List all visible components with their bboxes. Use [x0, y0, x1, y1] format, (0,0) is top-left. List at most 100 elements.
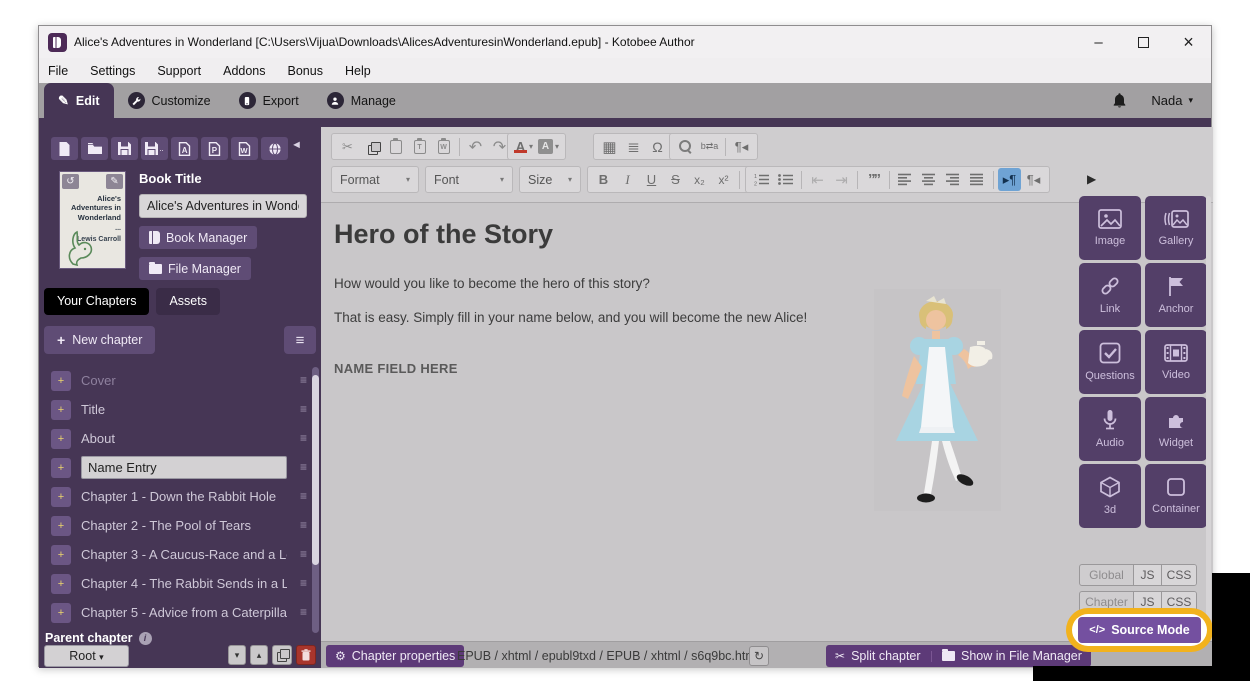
background-color-button[interactable]: A ▾ — [536, 135, 561, 158]
chapter-properties-button[interactable]: ⚙ Chapter properties — [326, 645, 464, 667]
drag-handle-icon[interactable]: ≡ — [300, 550, 307, 559]
refresh-cover-icon[interactable]: ↺ — [62, 174, 79, 189]
chapter-row-about[interactable]: + About ≡ — [39, 425, 321, 452]
maximize-button[interactable] — [1121, 26, 1166, 58]
save-button[interactable] — [111, 137, 138, 160]
menu-bonus[interactable]: Bonus — [288, 64, 323, 78]
menu-file[interactable]: File — [48, 64, 68, 78]
file-manager-button[interactable]: File Manager — [139, 257, 251, 280]
blockquote-icon[interactable]: ”” — [862, 168, 885, 191]
horizontal-rule-icon[interactable]: ≣ — [622, 135, 645, 158]
duplicate-chapter-button[interactable] — [272, 645, 292, 665]
undo-icon[interactable]: ↶ — [464, 135, 487, 158]
chapter-row-2[interactable]: + Chapter 2 - The Pool of Tears ≡ — [39, 512, 321, 539]
chapter-row-name-entry[interactable]: + ≡ — [39, 454, 321, 481]
insert-audio-button[interactable]: Audio — [1079, 397, 1141, 461]
chapter-scrollbar-thumb[interactable] — [312, 375, 319, 565]
text-direction-ltr-button[interactable]: ▸¶ — [998, 168, 1021, 191]
open-folder-button[interactable] — [81, 137, 108, 160]
insert-3d-button[interactable]: 3d — [1079, 464, 1141, 528]
format-select[interactable]: Format ▾ — [331, 166, 419, 193]
book-manager-button[interactable]: Book Manager — [139, 226, 257, 249]
tab-your-chapters[interactable]: Your Chapters — [44, 288, 149, 315]
chapter-row-4[interactable]: + Chapter 4 - The Rabbit Sends in a Litt… — [39, 570, 321, 597]
global-js-button[interactable]: JS — [1133, 565, 1161, 585]
insert-container-button[interactable]: Container — [1145, 464, 1207, 528]
tab-customize[interactable]: Customize — [114, 83, 225, 118]
source-mode-button[interactable]: </> Source Mode — [1078, 617, 1201, 643]
expand-chapter-button[interactable]: + — [51, 458, 71, 478]
insert-link-button[interactable]: Link — [1079, 263, 1141, 327]
chapter-rename-input[interactable] — [81, 456, 287, 479]
drag-handle-icon[interactable]: ≡ — [300, 608, 307, 617]
size-select[interactable]: Size ▾ — [519, 166, 581, 193]
notifications-bell-icon[interactable] — [1112, 92, 1127, 109]
find-icon[interactable] — [674, 135, 697, 158]
global-css-button[interactable]: CSS — [1161, 565, 1196, 585]
save-as-button[interactable]: .. — [141, 137, 168, 160]
expand-chapter-button[interactable]: + — [51, 429, 71, 449]
delete-chapter-button[interactable] — [296, 645, 316, 665]
book-title-input[interactable] — [139, 194, 307, 218]
insert-questions-button[interactable]: Questions — [1079, 330, 1141, 394]
user-account-menu[interactable]: Nada ▾ — [1151, 93, 1193, 108]
indent-icon[interactable]: ⇥ — [830, 168, 853, 191]
expand-chapter-button[interactable]: + — [51, 487, 71, 507]
move-chapter-up-button[interactable]: ▴ — [250, 645, 268, 665]
ordered-list-icon[interactable]: 12 — [750, 168, 773, 191]
chapter-row-5[interactable]: + Chapter 5 - Advice from a Caterpillar … — [39, 599, 321, 626]
expand-chapter-button[interactable]: + — [51, 574, 71, 594]
new-file-button[interactable] — [51, 137, 78, 160]
menu-addons[interactable]: Addons — [223, 64, 265, 78]
insert-anchor-button[interactable]: Anchor — [1145, 263, 1207, 327]
expand-chapter-button[interactable]: + — [51, 516, 71, 536]
outdent-icon[interactable]: ⇤ — [806, 168, 829, 191]
text-direction-rtl-button[interactable]: ¶◂ — [1022, 168, 1045, 191]
insert-gallery-button[interactable]: Gallery — [1145, 196, 1207, 260]
expand-chapter-button[interactable]: + — [51, 400, 71, 420]
chapter-row-cover[interactable]: + Cover ≡ — [39, 367, 321, 394]
paste-from-word-icon[interactable]: W — [432, 135, 455, 158]
export-ppt-button[interactable]: P — [201, 137, 228, 160]
cut-icon[interactable]: ✂ — [336, 135, 359, 158]
strikethrough-button[interactable]: S — [664, 168, 687, 191]
text-color-button[interactable]: A ▾ — [512, 135, 535, 158]
edit-cover-icon[interactable]: ✎ — [106, 174, 123, 189]
align-justify-icon[interactable] — [966, 168, 989, 191]
expand-chapter-button[interactable]: + — [51, 371, 71, 391]
chapter-row-3[interactable]: + Chapter 3 - A Caucus-Race and a Long T… — [39, 541, 321, 568]
insert-video-button[interactable]: Video — [1145, 330, 1207, 394]
chapter-scrollbar[interactable] — [312, 367, 319, 633]
show-in-file-manager-button[interactable]: Show in File Manager — [933, 645, 1091, 667]
paste-icon[interactable] — [384, 135, 407, 158]
copy-icon[interactable] — [360, 135, 383, 158]
drag-handle-icon[interactable]: ≡ — [300, 492, 307, 501]
new-chapter-button[interactable]: + New chapter — [44, 326, 155, 354]
tab-assets[interactable]: Assets — [156, 288, 220, 315]
tab-export[interactable]: Export — [225, 83, 313, 118]
tab-edit[interactable]: ✎ Edit — [44, 83, 114, 118]
drag-handle-icon[interactable]: ≡ — [300, 521, 307, 530]
insert-widget-button[interactable]: Widget — [1145, 397, 1207, 461]
drag-handle-icon[interactable]: ≡ — [300, 579, 307, 588]
bold-button[interactable]: B — [592, 168, 615, 191]
superscript-button[interactable]: x² — [712, 168, 735, 191]
italic-button[interactable]: I — [616, 168, 639, 191]
find-replace-icon[interactable]: b⇄a — [698, 135, 721, 158]
expand-chapter-button[interactable]: + — [51, 603, 71, 623]
special-character-icon[interactable]: Ω — [646, 135, 669, 158]
panel-scrollbar[interactable] — [1206, 196, 1211, 633]
show-blocks-icon[interactable]: ¶◂ — [730, 135, 753, 158]
chapter-row-1[interactable]: + Chapter 1 - Down the Rabbit Hole ≡ — [39, 483, 321, 510]
expand-chapter-button[interactable]: + — [51, 545, 71, 565]
more-toolbar-icon[interactable]: ▶ — [1087, 172, 1096, 186]
drag-handle-icon[interactable]: ≡ — [300, 405, 307, 414]
insert-image-button[interactable]: Image — [1079, 196, 1141, 260]
alice-image[interactable] — [874, 289, 1001, 511]
drag-handle-icon[interactable]: ≡ — [300, 376, 307, 385]
export-pdf-button[interactable]: A — [171, 137, 198, 160]
tab-manage[interactable]: Manage — [313, 83, 410, 118]
menu-support[interactable]: Support — [157, 64, 201, 78]
table-icon[interactable]: ▦ — [598, 135, 621, 158]
paste-as-text-icon[interactable]: T — [408, 135, 431, 158]
